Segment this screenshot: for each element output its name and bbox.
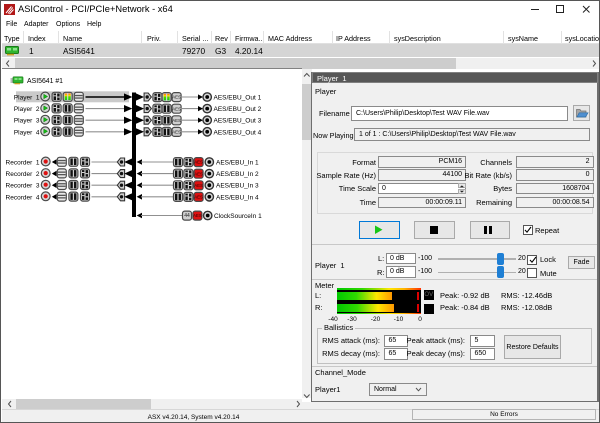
svg-text:AES/EBU_Out 1: AES/EBU_Out 1 — [214, 95, 262, 102]
svg-text:AES/EBU_In 1: AES/EBU_In 1 — [216, 160, 259, 167]
svg-text:Recorder 1: Recorder 1 — [6, 160, 40, 167]
svg-text:Recorder 4: Recorder 4 — [6, 194, 40, 201]
svg-text:ASI5641 #1: ASI5641 #1 — [27, 78, 63, 85]
svg-text:Player 4: Player 4 — [14, 129, 40, 136]
svg-text:Player 2: Player 2 — [14, 106, 40, 113]
svg-text:ClockSourceIn 1: ClockSourceIn 1 — [214, 213, 262, 220]
svg-text:AES/EBU_Out 3: AES/EBU_Out 3 — [214, 118, 262, 125]
svg-text:AES/EBU_In 2: AES/EBU_In 2 — [216, 171, 259, 178]
svg-text:Player 3: Player 3 — [14, 118, 40, 125]
svg-text:Recorder 3: Recorder 3 — [6, 183, 40, 190]
svg-text:AES/EBU_In 4: AES/EBU_In 4 — [216, 194, 259, 201]
svg-text:AES/EBU_Out 2: AES/EBU_Out 2 — [214, 106, 262, 113]
svg-text:Player 1: Player 1 — [14, 95, 40, 102]
svg-text:Recorder 2: Recorder 2 — [6, 171, 40, 178]
svg-text:AES/EBU_Out 4: AES/EBU_Out 4 — [214, 129, 262, 136]
svg-text:AES/EBU_In 3: AES/EBU_In 3 — [216, 183, 259, 190]
